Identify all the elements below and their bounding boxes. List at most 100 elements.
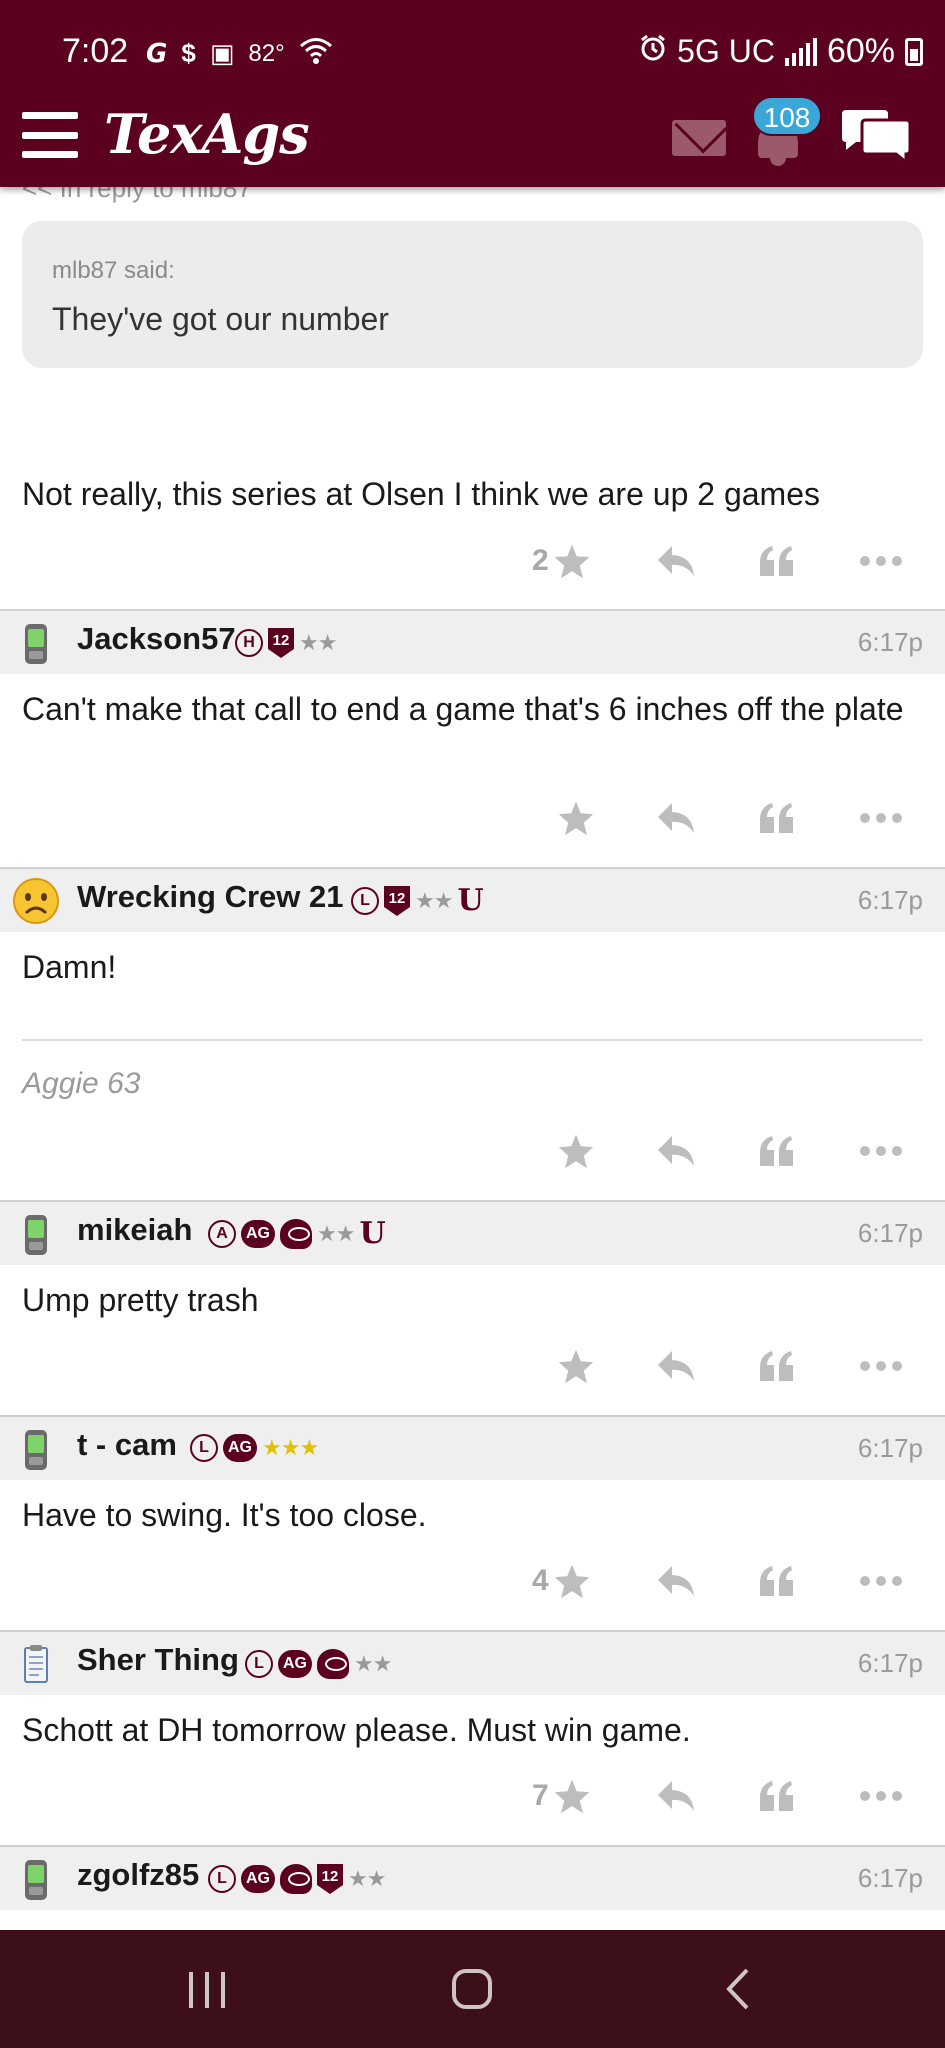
quote-button[interactable] [758,1336,796,1396]
back-icon [726,1968,749,2010]
like-button[interactable] [557,788,595,848]
badge-12th-man: 12 [384,886,410,916]
post-time: 6:17p [857,1218,923,1248]
post-time: 6:17p [857,1433,923,1463]
notification-badge[interactable]: 108 [752,96,822,136]
texags-logo[interactable]: TexAgs [104,102,310,166]
more-button[interactable] [859,1336,903,1396]
reply-button[interactable] [656,1336,696,1396]
chat-icon[interactable] [838,108,914,168]
image-icon: ▣ [209,38,235,68]
like-button[interactable]: 4 [532,1551,591,1611]
more-button[interactable] [859,788,903,848]
reply-button[interactable] [656,1766,696,1826]
username[interactable]: zgolfz85 [77,1857,199,1893]
reply-icon [658,1566,694,1596]
like-count: 4 [532,1564,549,1597]
username[interactable]: Jackson57 [77,621,236,657]
post-actions: 4 [0,1551,945,1611]
post-header: Jackson57 H 12 ★★ 6:17p [0,609,945,674]
app-top-bar: 7:02 𝙂 $ ▣ 82° 5G UC 60% TexAgs 108 [0,0,945,187]
battery-icon [905,37,923,66]
reply-button[interactable] [656,1121,696,1181]
star-rating: ★★ [354,1651,392,1676]
quote-button[interactable] [758,1121,796,1181]
username[interactable]: mikeiah [77,1212,192,1248]
star-icon [554,544,589,579]
helmet-icon [280,1864,312,1894]
reply-button[interactable] [656,531,696,591]
post-body: Not really, this series at Olsen I think… [22,476,820,512]
reply-icon [658,1136,694,1166]
star-rating: ★★ [299,630,337,655]
more-button[interactable] [859,1766,903,1826]
home-button[interactable] [412,1930,532,2048]
more-button[interactable] [859,531,903,591]
reply-icon [658,803,694,833]
post-header: mikeiah A AG ★★ U 6:17p [0,1200,945,1265]
post-header: Wrecking Crew 21 L 12 ★★ U 6:17p [0,867,945,932]
badge-u: U [457,883,484,918]
hamburger-icon[interactable] [22,112,78,158]
phone-icon [25,1215,47,1255]
reply-icon [658,546,694,576]
more-button[interactable] [859,1121,903,1181]
more-icon [860,1146,902,1156]
status-left-icons: 𝙂 $ ▣ 82° [146,36,333,71]
quote-button[interactable] [758,788,796,848]
quote-author: mlb87 said: [52,257,175,284]
badge-ag: AG [223,1434,257,1462]
status-battery: 60% [826,32,895,70]
app-header: TexAgs 108 [0,96,945,187]
reply-button[interactable] [656,1551,696,1611]
like-button[interactable] [557,1336,595,1396]
dollar-icon: $ [181,38,196,68]
phone-icon [25,1430,47,1470]
badge-ag: AG [241,1865,275,1893]
back-button[interactable] [677,1930,797,2048]
badge-12th-man: 12 [268,628,294,658]
quote-icon [760,803,793,833]
like-count: 2 [532,544,549,577]
recent-apps-button[interactable] [147,1930,267,2048]
quote-button[interactable] [758,1551,796,1611]
badge-ag: AG [278,1650,312,1678]
user-badges: L 12 ★★ U [351,886,484,916]
star-icon [554,1564,589,1599]
like-button[interactable]: 7 [532,1766,591,1826]
more-icon [860,1576,902,1586]
post-body: Can't make that call to end a game that'… [22,691,904,727]
username[interactable]: Wrecking Crew 21 [77,879,343,915]
username[interactable]: Sher Thing [77,1642,239,1678]
post-header: Sher Thing L AG ★★ 6:17p [0,1630,945,1695]
like-button[interactable]: 2 [532,531,591,591]
phone-icon [25,1860,47,1900]
status-right-icons: 5G UC 60% [639,32,923,71]
post-header: t - cam L AG ★★★ 6:17p [0,1415,945,1480]
more-icon [860,813,902,823]
system-nav-bar [0,1930,945,2048]
post-actions [0,1336,945,1396]
reply-icon [658,1781,694,1811]
more-icon [860,1361,902,1371]
signal-icon [784,37,817,66]
notepad-icon [24,1645,48,1683]
more-button[interactable] [859,1551,903,1611]
mail-icon[interactable] [672,120,726,156]
quote-button[interactable] [758,1766,796,1826]
star-rating: ★★ [317,1221,355,1246]
reply-button[interactable] [656,788,696,848]
post-header: zgolfz85 L AG 12 ★★ 6:17p [0,1845,945,1910]
post-time: 6:17p [857,1648,923,1678]
username[interactable]: t - cam [77,1427,177,1463]
quote-button[interactable] [758,531,796,591]
post-body: Schott at DH tomorrow please. Must win g… [22,1712,691,1748]
badge-circle: L [351,887,379,915]
quote-icon [760,1781,793,1811]
quote-icon [760,1351,793,1381]
like-button[interactable] [557,1121,595,1181]
badge-circle: H [235,629,263,657]
user-signature: Aggie 63 [22,1067,141,1100]
post-body: Ump pretty trash [22,1282,259,1318]
star-icon [554,1779,589,1814]
